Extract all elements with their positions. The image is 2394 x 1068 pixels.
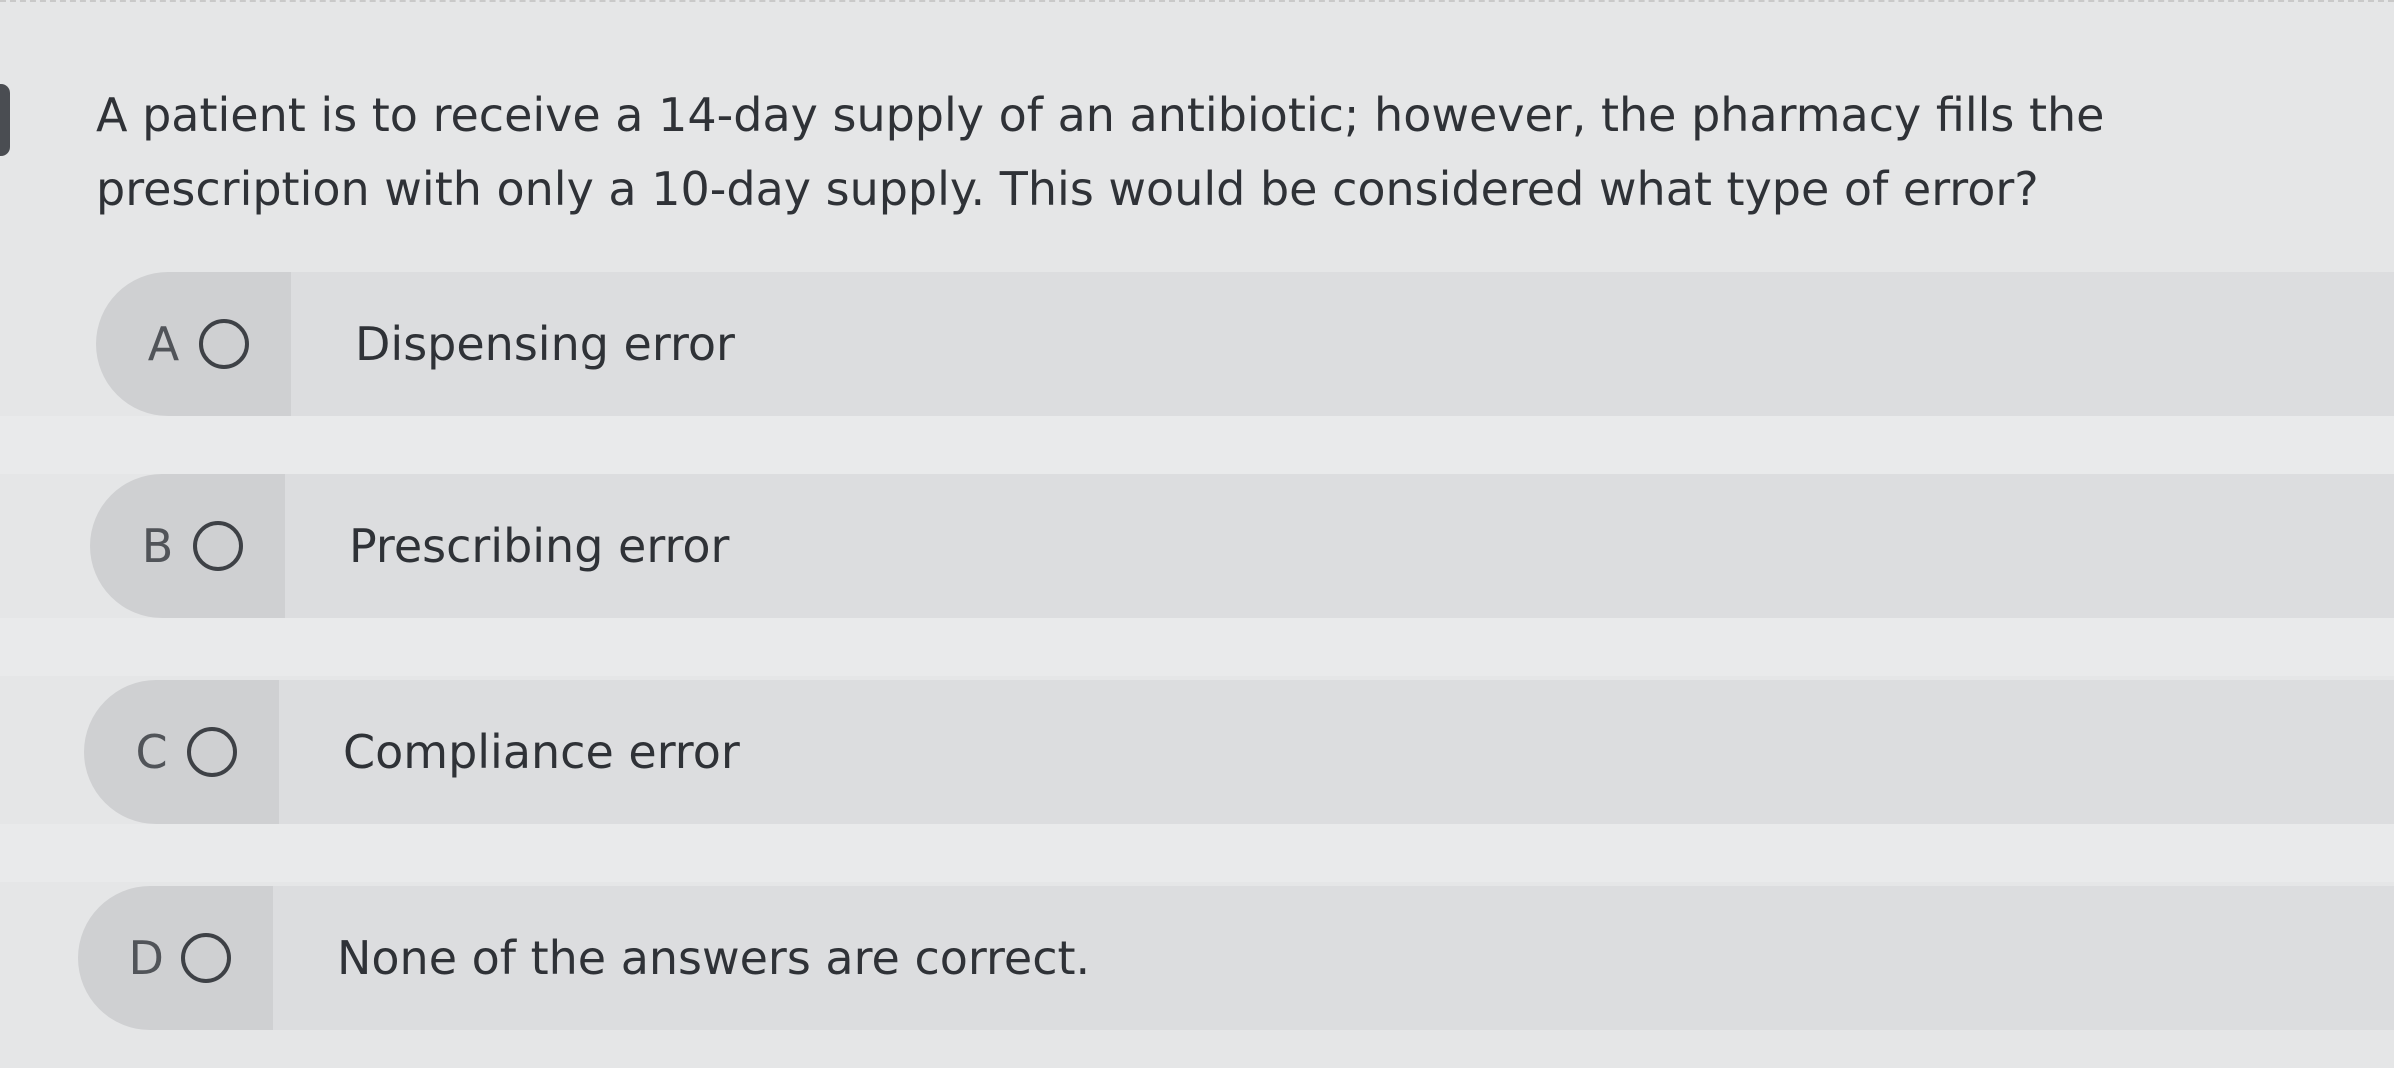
answer-option-b[interactable]: B Prescribing error: [90, 474, 2394, 618]
option-letter: C: [135, 725, 168, 779]
radio-button[interactable]: [192, 521, 243, 571]
option-label: None of the answers are correct.: [337, 931, 1091, 985]
option-divider: [0, 618, 2394, 676]
question-text: A patient is to receive a 14-day supply …: [96, 88, 2105, 216]
option-letter: D: [128, 931, 164, 985]
question-marker: [0, 84, 10, 156]
answer-option-a[interactable]: A Dispensing error: [96, 272, 2394, 416]
answer-option-c[interactable]: C Compliance error: [84, 680, 2394, 824]
radio-button[interactable]: [186, 727, 237, 777]
option-letter: B: [141, 519, 174, 573]
option-selector[interactable]: B: [90, 474, 285, 618]
option-answer[interactable]: Dispensing error: [291, 272, 2394, 416]
option-answer[interactable]: Compliance error: [279, 680, 2394, 824]
option-answer[interactable]: None of the answers are correct.: [273, 886, 2394, 1030]
option-label: Dispensing error: [355, 317, 735, 371]
option-selector[interactable]: D: [78, 886, 273, 1030]
option-letter: A: [147, 317, 180, 371]
radio-button[interactable]: [180, 933, 231, 983]
option-divider: [0, 416, 2394, 474]
option-selector[interactable]: A: [96, 272, 291, 416]
option-divider: [0, 824, 2394, 882]
option-selector[interactable]: C: [84, 680, 279, 824]
option-label: Prescribing error: [349, 519, 730, 573]
option-label: Compliance error: [343, 725, 740, 779]
answer-option-d[interactable]: D None of the answers are correct.: [78, 886, 2394, 1030]
radio-button[interactable]: [198, 319, 249, 369]
option-answer[interactable]: Prescribing error: [285, 474, 2394, 618]
top-border: [0, 0, 2394, 3]
